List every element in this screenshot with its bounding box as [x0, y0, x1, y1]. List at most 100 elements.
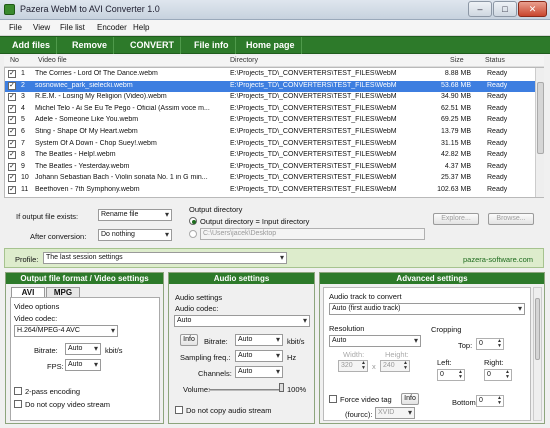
menu-file-list[interactable]: File list	[60, 23, 85, 32]
sampling-freq-unit: Hz	[287, 353, 297, 362]
no-copy-audio-checkbox[interactable]	[175, 406, 183, 414]
file-info-button[interactable]: File info	[188, 37, 236, 54]
table-row[interactable]: 9 The Beatles - Yesterday.webm E:\Projects…	[5, 162, 535, 173]
row-checkbox[interactable]	[8, 139, 16, 148]
volume-slider-track[interactable]	[209, 389, 283, 391]
crop-left-value: 0	[440, 371, 444, 378]
col-directory[interactable]: Directory	[230, 57, 258, 64]
table-row[interactable]: 11 Beethoven - 7th Symphony.webm E:\Projec…	[5, 185, 535, 196]
row-checkbox[interactable]	[8, 128, 16, 136]
table-row[interactable]: 1 The Corries - Lord Of The Dance.webm E:\…	[5, 69, 535, 80]
audio-bitrate-select[interactable]: Auto	[235, 334, 283, 346]
table-row[interactable]: 2 sosnowiec_park_sielecki.webm E:\Projects…	[5, 80, 535, 92]
crop-bottom-spin-arrows[interactable]: ▲ ▼	[497, 396, 502, 406]
audio-track-select[interactable]: Auto (first audio track)	[329, 303, 525, 315]
crop-left-spin-arrows[interactable]: ▲ ▼	[458, 370, 463, 380]
video-tag-info-button[interactable]: Info	[401, 393, 419, 405]
height-spin-arrows[interactable]: ▲ ▼	[403, 361, 408, 371]
crop-top-spin-arrows[interactable]: ▲ ▼	[497, 339, 502, 349]
home-page-button[interactable]: Home page	[240, 37, 302, 54]
row-checkbox[interactable]	[8, 174, 16, 183]
close-button[interactable]: ✕	[518, 1, 547, 17]
crop-right-value: 0	[487, 371, 491, 378]
crop-left-spinner[interactable]: 0 ▲ ▼	[437, 369, 465, 381]
menu-help[interactable]: Help	[133, 23, 149, 32]
crop-right-spin-arrows[interactable]: ▲ ▼	[505, 370, 510, 380]
radio-input-directory[interactable]	[189, 217, 197, 225]
two-pass-checkbox[interactable]	[14, 387, 22, 395]
if-exists-select[interactable]: Rename file	[98, 209, 172, 221]
video-codec-select[interactable]: H.264/MPEG-4 AVC	[14, 325, 118, 337]
crop-bottom-spinner[interactable]: 0 ▲ ▼	[476, 395, 504, 407]
advanced-scrollbar-thumb[interactable]	[535, 298, 540, 360]
audio-info-button[interactable]: Info	[180, 334, 198, 346]
row-checkbox[interactable]	[8, 104, 16, 113]
radio-custom-directory[interactable]	[189, 230, 197, 238]
maximize-button[interactable]: □	[493, 1, 517, 17]
table-row[interactable]: 3 R.E.M. - Losing My Religion (Video).web…	[5, 92, 535, 103]
browse-button[interactable]: Browse...	[488, 213, 534, 225]
explore-button[interactable]: Explore...	[433, 213, 479, 225]
resolution-select[interactable]: Auto	[329, 335, 421, 347]
table-row[interactable]: 10 Johann Sebastian Bach - Violin sonata …	[5, 173, 535, 184]
output-directory-label: Output directory	[189, 205, 243, 214]
row-directory: E:\Projects_TD\_CONVERTERS\TEST_FILES\We…	[230, 116, 397, 124]
row-video-file: Adele - Someone Like You.webm	[35, 116, 139, 124]
output-directory-field[interactable]: C:\Users\jacek\Desktop	[200, 228, 425, 240]
remove-button[interactable]: Remove	[66, 37, 115, 54]
advanced-scrollbar[interactable]	[533, 287, 542, 421]
add-files-button[interactable]: Add files	[6, 37, 58, 54]
table-row[interactable]: 8 The Beatles - Help!.webm E:\Projects_TD\…	[5, 150, 535, 161]
volume-slider-thumb[interactable]	[279, 383, 284, 392]
profile-select[interactable]: The last session settings	[43, 252, 287, 264]
table-row[interactable]: 6 Sting - Shape Of My Heart.webm E:\Projec…	[5, 127, 535, 138]
height-spinner[interactable]: 240 ▲ ▼	[380, 360, 410, 372]
fourcc-select[interactable]: XVID	[375, 407, 415, 419]
file-table[interactable]: 1 The Corries - Lord Of The Dance.webm E:\…	[4, 67, 544, 198]
row-checkbox[interactable]	[8, 162, 16, 171]
sampling-freq-select[interactable]: Auto	[235, 350, 283, 362]
force-video-tag-checkbox[interactable]	[329, 395, 337, 403]
audio-codec-select[interactable]: Auto	[174, 315, 310, 327]
width-spinner[interactable]: 320 ▲ ▼	[338, 360, 368, 372]
col-size[interactable]: Size	[450, 57, 464, 64]
menu-view[interactable]: View	[33, 23, 50, 32]
crop-right-spinner[interactable]: 0 ▲ ▼	[484, 369, 512, 381]
col-no[interactable]: No	[10, 57, 19, 64]
row-checkbox[interactable]	[8, 186, 16, 194]
two-pass-label: 2-pass encoding	[25, 387, 81, 396]
row-checkbox[interactable]	[8, 151, 16, 160]
app-icon	[4, 4, 15, 15]
width-spin-arrows[interactable]: ▲ ▼	[361, 361, 366, 371]
table-row[interactable]: 4 Michel Telo - Ai Se Eu Te Pego - Oficia…	[5, 104, 535, 115]
after-conversion-select[interactable]: Do nothing	[98, 229, 172, 241]
row-checkbox[interactable]	[8, 93, 16, 102]
video-bitrate-select[interactable]: Auto	[65, 343, 101, 355]
col-status[interactable]: Status	[485, 57, 505, 64]
menu-bar: File View File list Encoder Help	[0, 20, 550, 36]
convert-button[interactable]: CONVERT	[124, 37, 182, 54]
row-number: 1	[21, 70, 25, 77]
row-checkbox[interactable]	[8, 70, 16, 78]
table-row[interactable]: 5 Adele - Someone Like You.webm E:\Project…	[5, 115, 535, 126]
minimize-button[interactable]: –	[468, 1, 492, 17]
menu-file[interactable]: File	[9, 23, 22, 32]
crop-top-spinner[interactable]: 0 ▲ ▼	[476, 338, 504, 350]
row-directory: E:\Projects_TD\_CONVERTERS\TEST_FILES\We…	[230, 151, 397, 159]
channels-select[interactable]: Auto	[235, 366, 283, 378]
video-options-label: Video options	[14, 302, 60, 311]
table-scrollbar[interactable]	[535, 68, 544, 197]
tab-mpg[interactable]: MPG	[46, 287, 80, 297]
scrollbar-thumb[interactable]	[537, 82, 544, 154]
row-video-file: The Beatles - Yesterday.webm	[35, 162, 130, 170]
table-row[interactable]: 7 System Of A Down - Chop Suey!.webm E:\Pr…	[5, 139, 535, 150]
tab-avi[interactable]: AVI	[11, 287, 45, 297]
menu-encoder[interactable]: Encoder	[97, 23, 127, 32]
col-video-file[interactable]: Video file	[38, 57, 67, 64]
row-checkbox[interactable]	[8, 116, 16, 125]
row-number: 10	[21, 174, 29, 182]
fps-select[interactable]: Auto	[65, 359, 101, 371]
no-copy-video-checkbox[interactable]	[14, 400, 22, 408]
website-link[interactable]: pazera-software.com	[463, 255, 533, 264]
row-checkbox[interactable]	[8, 81, 16, 90]
